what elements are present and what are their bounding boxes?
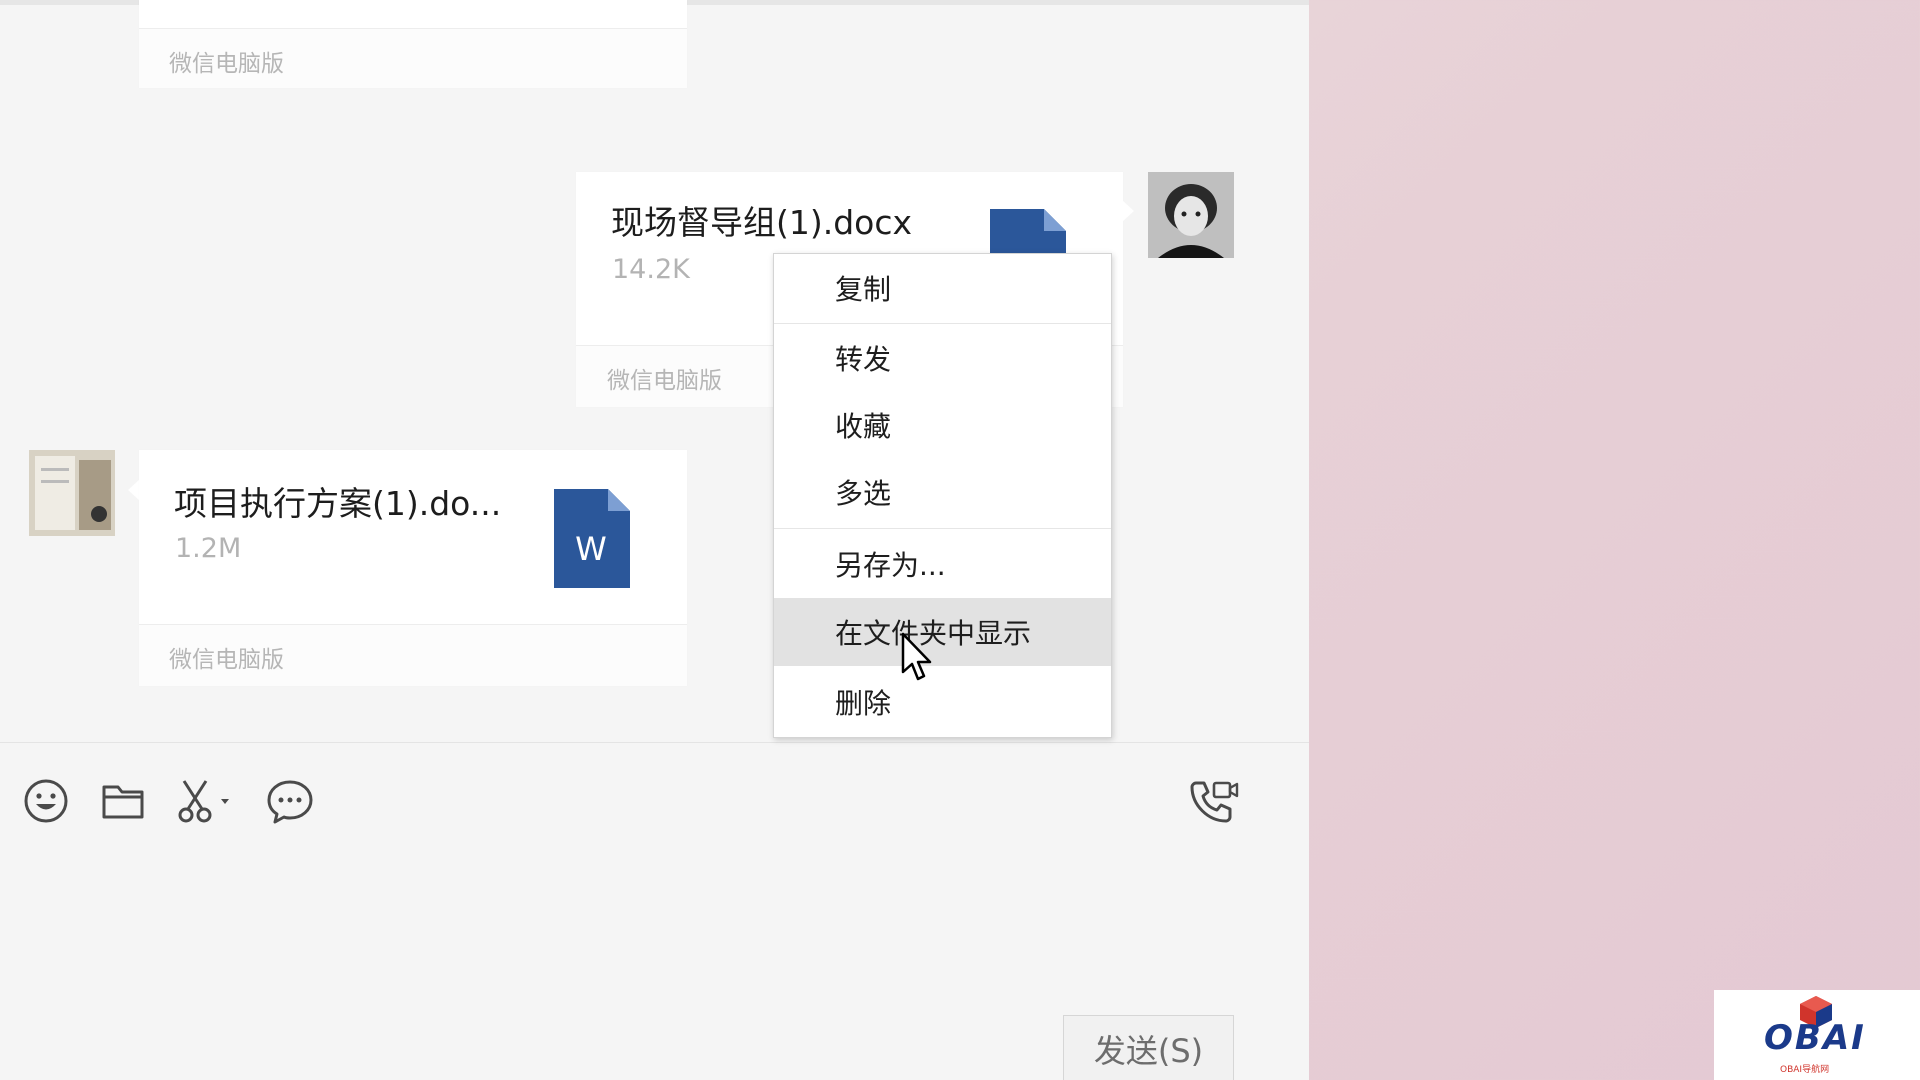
chat-bubble-icon[interactable]	[264, 775, 316, 827]
menu-item-forward[interactable]: 转发	[774, 324, 1111, 392]
watermark-logo: OBAI OBAI导航网	[1714, 990, 1920, 1080]
scissors-icon[interactable]	[173, 775, 237, 827]
file-message-card-received[interactable]: 项目执行方案(1).do... 1.2M 微信电脑版 W	[139, 450, 687, 686]
avatar-self[interactable]	[1148, 172, 1234, 258]
menu-item-favorite[interactable]: 收藏	[774, 391, 1111, 459]
mouse-cursor-icon	[901, 632, 932, 681]
file-message-card-partial[interactable]: 微信电脑版	[139, 0, 687, 88]
card-source-label: 微信电脑版	[169, 51, 284, 77]
folder-icon[interactable]	[97, 775, 149, 827]
toolbar-divider	[0, 742, 1309, 743]
avatar-contact[interactable]	[29, 450, 115, 536]
watermark-text: OBAI	[1764, 1018, 1866, 1058]
video-call-icon[interactable]	[1188, 775, 1240, 827]
word-icon-letter: W	[575, 530, 607, 568]
menu-item-save-as[interactable]: 另存为...	[774, 530, 1111, 598]
file-size: 1.2M	[175, 533, 242, 564]
menu-item-multiselect[interactable]: 多选	[774, 458, 1111, 526]
menu-item-show-in-folder[interactable]: 在文件夹中显示	[774, 598, 1111, 666]
menu-item-delete[interactable]: 删除	[774, 668, 1111, 736]
menu-item-copy[interactable]: 复制	[774, 254, 1111, 322]
chat-window: 微信电脑版 现场督导组(1).docx 14.2K 微信电脑版 项目执行方案(1…	[0, 0, 1309, 1080]
file-name: 现场督导组(1).docx	[611, 203, 913, 242]
emoji-icon[interactable]	[20, 775, 72, 827]
context-menu: 复制 转发 收藏 多选 另存为... 在文件夹中显示 删除	[773, 253, 1112, 738]
send-button[interactable]: 发送(S)	[1063, 1015, 1234, 1080]
watermark-subtext: OBAI导航网	[1780, 1065, 1830, 1075]
menu-separator	[774, 528, 1111, 529]
card-source-label: 微信电脑版	[169, 647, 284, 673]
file-name: 项目执行方案(1).do...	[174, 484, 502, 523]
card-divider	[139, 28, 687, 29]
card-source-label: 微信电脑版	[607, 368, 722, 394]
message-area[interactable]: 微信电脑版 现场督导组(1).docx 14.2K 微信电脑版 项目执行方案(1…	[0, 0, 1309, 742]
card-divider	[139, 624, 687, 625]
word-file-icon: W	[554, 489, 630, 588]
file-size: 14.2K	[612, 254, 690, 285]
bubble-arrow	[1122, 200, 1134, 222]
